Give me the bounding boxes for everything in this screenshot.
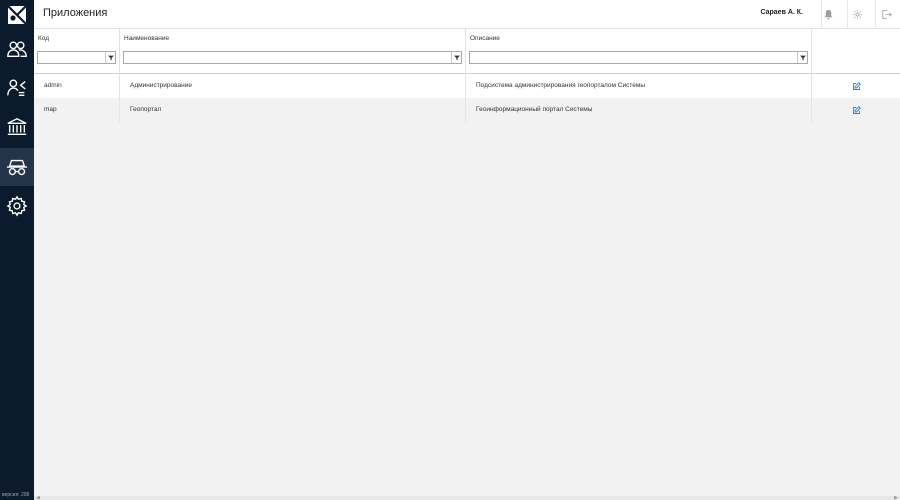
- cell-name: Администрирование: [120, 74, 466, 98]
- edit-icon: [852, 81, 861, 90]
- column-name: Наименование: [120, 29, 466, 74]
- cell-code: admin: [34, 74, 120, 98]
- filter-icon: [453, 55, 460, 60]
- sidebar-item-users[interactable]: [0, 30, 34, 68]
- spy-icon: [6, 159, 28, 176]
- edit-icon: [852, 105, 861, 114]
- users-icon: [7, 41, 27, 58]
- header-divider: [875, 0, 876, 29]
- filter-button[interactable]: [105, 52, 115, 63]
- table-filter-header: Код Наименование Описание: [34, 29, 900, 74]
- top-header: Приложения Сараев А. К.: [34, 0, 900, 29]
- column-code: Код: [34, 29, 120, 74]
- gear-icon: [852, 9, 862, 19]
- filter-icon: [107, 55, 114, 60]
- sidebar: версия: 208: [0, 0, 34, 500]
- user-name[interactable]: Сараев А. К.: [760, 9, 803, 16]
- sidebar-item-organizations[interactable]: [0, 108, 34, 146]
- filter-button[interactable]: [451, 52, 461, 63]
- column-header-name[interactable]: Наименование: [124, 35, 169, 42]
- filter-input-name[interactable]: [123, 51, 462, 64]
- cell-name: Геопортал: [120, 98, 466, 122]
- cell-description: Подсистема администрирования геопорталом…: [466, 74, 812, 98]
- sidebar-item-user-roles[interactable]: [0, 69, 34, 107]
- table-row[interactable]: admin Администрирование Подсистема админ…: [34, 74, 900, 98]
- filter-input-code[interactable]: [37, 51, 116, 64]
- sidebar-item-applications[interactable]: [0, 148, 34, 186]
- column-header-description[interactable]: Описание: [470, 35, 500, 42]
- exit-icon: [881, 9, 892, 19]
- column-description: Описание: [466, 29, 812, 74]
- bell-icon: [823, 9, 833, 20]
- filter-input-description[interactable]: [469, 51, 808, 64]
- table-body: admin Администрирование Подсистема админ…: [34, 74, 900, 122]
- column-actions: [812, 29, 900, 74]
- app-logo-icon[interactable]: [0, 0, 34, 30]
- horizontal-scrollbar[interactable]: ◀ ▶: [34, 496, 900, 500]
- filter-button[interactable]: [797, 52, 807, 63]
- table-row[interactable]: map Геопортал Геоинформационный портал С…: [34, 98, 900, 122]
- sidebar-item-settings[interactable]: [0, 187, 34, 225]
- notifications-button[interactable]: [819, 6, 837, 22]
- user-assign-icon: [7, 79, 26, 97]
- page-title: Приложения: [43, 7, 108, 19]
- filter-icon: [799, 55, 806, 60]
- edit-button[interactable]: [812, 74, 900, 98]
- settings-button[interactable]: [848, 6, 866, 22]
- gear-icon: [6, 195, 28, 217]
- scroll-left-icon[interactable]: ◀: [36, 496, 40, 500]
- column-header-code[interactable]: Код: [38, 35, 49, 42]
- version-label: версия: 208: [2, 492, 30, 498]
- logout-button[interactable]: [877, 6, 895, 22]
- bank-icon: [7, 117, 27, 136]
- scroll-right-icon[interactable]: ▶: [894, 496, 898, 500]
- edit-button[interactable]: [812, 98, 900, 122]
- cell-code: map: [34, 98, 120, 122]
- cell-description: Геоинформационный портал Системы: [466, 98, 812, 122]
